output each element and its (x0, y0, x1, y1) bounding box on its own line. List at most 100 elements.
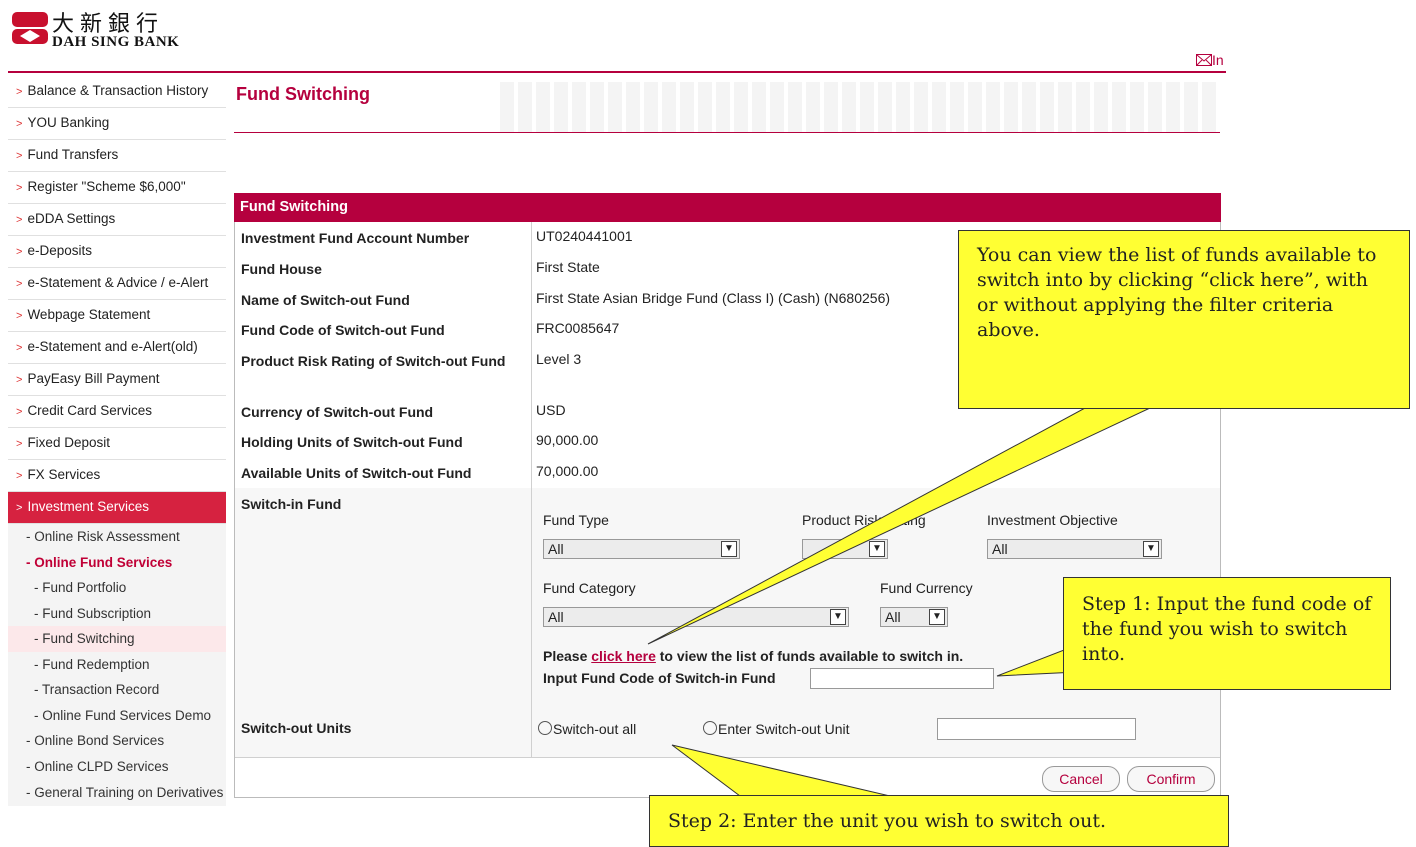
chevron-right-icon: > (16, 150, 23, 162)
detail-value: First State (536, 259, 600, 275)
detail-value: First State Asian Bridge Fund (Class I) … (536, 290, 891, 306)
sidebar-item-balance[interactable]: > Balance & Transaction History (8, 76, 226, 108)
chevron-right-icon: > (16, 438, 23, 450)
chevron-down-icon: ▼ (1143, 541, 1159, 557)
fund-category-label: Fund Category (543, 580, 636, 596)
detail-label: Fund House (241, 261, 322, 277)
detail-value: 70,000.00 (536, 463, 599, 479)
sidebar-subitem-risk-assessment[interactable]: - Online Risk Assessment (8, 524, 226, 550)
chevron-right-icon: > (16, 406, 23, 418)
chevron-right-icon: > (16, 470, 23, 482)
enter-switch-out-unit-option[interactable]: Enter Switch-out Unit (703, 721, 850, 737)
chevron-right-icon: > (16, 278, 23, 290)
sidebar: > Balance & Transaction History > YOU Bank… (8, 76, 226, 806)
header-pattern (500, 82, 1220, 132)
fund-currency-select[interactable]: All ▼ (880, 607, 948, 627)
sidebar-subitem-fund-switching[interactable]: - Fund Switching (8, 626, 226, 652)
switch-out-all-option[interactable]: Switch-out all (538, 721, 636, 737)
chevron-down-icon: ▼ (869, 541, 885, 557)
switch-out-units-label: Switch-out Units (241, 720, 352, 736)
chevron-right-icon: > (16, 86, 23, 98)
step2-callout: Step 2: Enter the unit you wish to switc… (649, 795, 1229, 847)
switch-in-fund-label: Switch-in Fund (241, 496, 342, 512)
sidebar-subitem-fund-portfolio[interactable]: - Fund Portfolio (8, 575, 226, 601)
fund-currency-label: Fund Currency (880, 580, 973, 596)
sidebar-item-e-deposits[interactable]: > e-Deposits (8, 236, 226, 268)
sidebar-subitem-fund-services-demo[interactable]: - Online Fund Services Demo (8, 702, 226, 728)
logo-english-text: DAH SING BANK (52, 34, 180, 50)
detail-label: Fund Code of Switch-out Fund (241, 322, 445, 338)
detail-label: Currency of Switch-out Fund (241, 404, 434, 420)
click-here-link[interactable]: click here (591, 648, 656, 664)
sidebar-item-credit-card[interactable]: > Credit Card Services (8, 396, 226, 428)
chevron-down-icon: ▼ (929, 609, 945, 625)
input-fund-code-label: Input Fund Code of Switch-in Fund (543, 670, 776, 686)
radio-icon[interactable] (538, 721, 552, 735)
chevron-right-icon: > (16, 214, 23, 226)
click-here-instruction: Please click here to view the list of fu… (543, 648, 964, 664)
chevron-right-icon: > (16, 342, 23, 354)
chevron-right-icon: > (16, 246, 23, 258)
sidebar-subitem-clpd-services[interactable]: - Online CLPD Services (8, 753, 226, 779)
header-divider (8, 71, 1226, 73)
investment-objective-select[interactable]: All ▼ (987, 539, 1162, 559)
sidebar-subitem-transaction-record[interactable]: - Transaction Record (8, 677, 226, 703)
sidebar-item-register-scheme[interactable]: > Register "Scheme $6,000" (8, 172, 226, 204)
detail-label: Product Risk Rating of Switch-out Fund (241, 353, 506, 369)
switch-out-unit-input[interactable] (937, 718, 1136, 740)
investment-objective-label: Investment Objective (987, 512, 1118, 528)
chevron-down-icon: ▼ (721, 541, 737, 557)
confirm-button[interactable]: Confirm (1127, 766, 1215, 792)
sidebar-item-e-statement-old[interactable]: > e-Statement and e-Alert(old) (8, 332, 226, 364)
sidebar-subitem-derivatives-training[interactable]: - General Training on Derivatives (8, 779, 226, 806)
detail-label: Investment Fund Account Number (241, 230, 470, 246)
sidebar-item-edda[interactable]: > eDDA Settings (8, 204, 226, 236)
detail-row-available-units: Available Units of Switch-out Fund 70,00… (235, 457, 1220, 489)
product-risk-rating-label: Product Risk Rating (802, 512, 926, 528)
detail-row-holding-units: Holding Units of Switch-out Fund 90,000.… (235, 426, 1220, 458)
panel-title: Fund Switching (234, 193, 1221, 222)
inbox-link[interactable]: In (1196, 52, 1224, 68)
sidebar-item-fx-services[interactable]: > FX Services (8, 460, 226, 492)
mail-icon (1196, 54, 1212, 66)
sidebar-subitem-bond-services[interactable]: - Online Bond Services (8, 728, 226, 754)
page-title: Fund Switching (236, 84, 370, 104)
radio-icon[interactable] (703, 721, 717, 735)
inbox-label: In (1212, 52, 1224, 68)
detail-value: USD (536, 402, 566, 418)
dah-sing-logo-icon (12, 12, 48, 44)
detail-label: Holding Units of Switch-out Fund (241, 434, 463, 450)
sidebar-item-investment-services[interactable]: > Investment Services (8, 492, 226, 524)
detail-value: UT0240441001 (536, 228, 633, 244)
sidebar-item-payeasy[interactable]: > PayEasy Bill Payment (8, 364, 226, 396)
detail-label: Available Units of Switch-out Fund (241, 465, 472, 481)
sidebar-item-e-statement-advice[interactable]: > e-Statement & Advice / e-Alert (8, 268, 226, 300)
sidebar-subitem-online-fund-services[interactable]: - Online Fund Services (8, 549, 226, 575)
click-here-callout: You can view the list of funds available… (958, 230, 1410, 409)
detail-value: 90,000.00 (536, 432, 599, 448)
cancel-button[interactable]: Cancel (1042, 766, 1120, 792)
fund-type-label: Fund Type (543, 512, 609, 528)
fund-type-select[interactable]: All ▼ (543, 539, 740, 559)
sidebar-item-fund-transfers[interactable]: > Fund Transfers (8, 140, 226, 172)
chevron-down-icon: ▼ (830, 609, 846, 625)
chevron-right-icon: > (16, 310, 23, 322)
chevron-right-icon: > (16, 502, 23, 514)
step1-callout: Step 1: Input the fund code of the fund … (1063, 577, 1391, 690)
chevron-right-icon: > (16, 182, 23, 194)
sidebar-subitem-fund-redemption[interactable]: - Fund Redemption (8, 651, 226, 677)
fund-category-select[interactable]: All ▼ (543, 607, 849, 627)
chevron-right-icon: > (16, 118, 23, 130)
switch-in-fund-code-input[interactable] (810, 668, 994, 689)
bank-logo: 大新銀行 DAH SING BANK (8, 6, 228, 54)
sidebar-subitem-fund-subscription[interactable]: - Fund Subscription (8, 600, 226, 626)
sidebar-item-webpage-statement[interactable]: > Webpage Statement (8, 300, 226, 332)
title-underline (234, 132, 1220, 133)
sidebar-item-fixed-deposit[interactable]: > Fixed Deposit (8, 428, 226, 460)
sidebar-item-you-banking[interactable]: > YOU Banking (8, 108, 226, 140)
chevron-right-icon: > (16, 374, 23, 386)
detail-value: Level 3 (536, 351, 582, 367)
detail-value: FRC0085647 (536, 320, 620, 336)
detail-label: Name of Switch-out Fund (241, 292, 410, 308)
product-risk-rating-select[interactable]: ▼ (802, 539, 888, 559)
